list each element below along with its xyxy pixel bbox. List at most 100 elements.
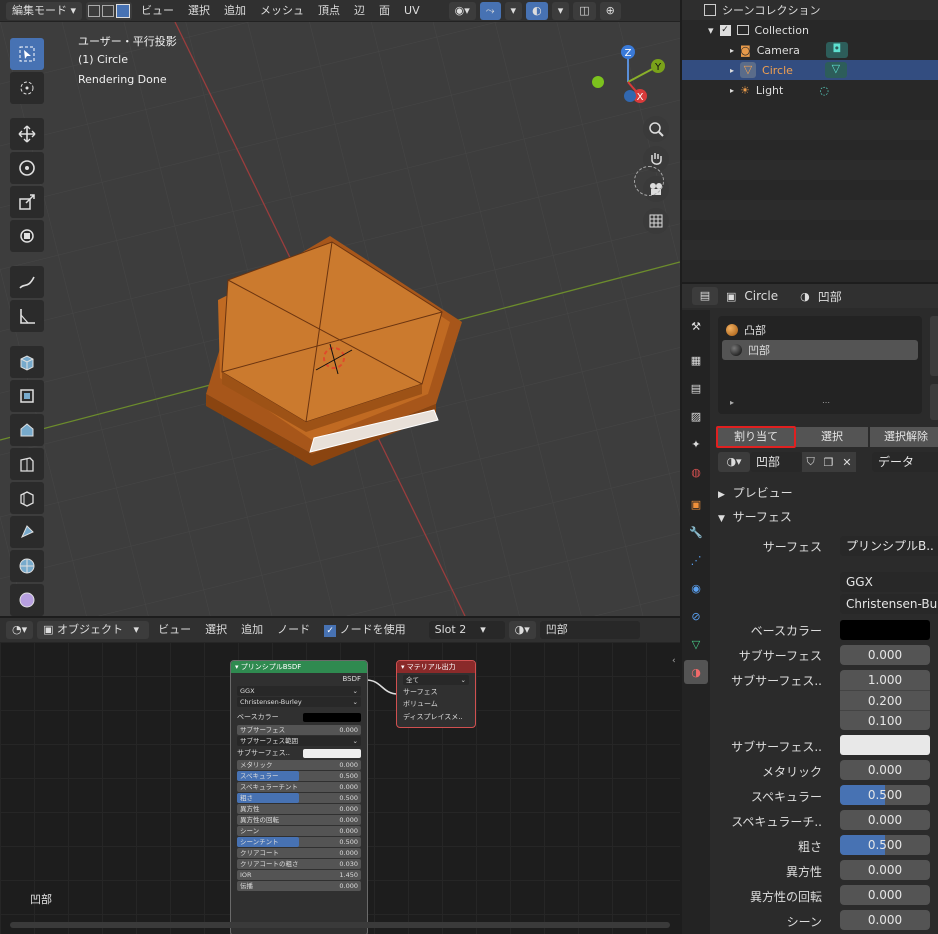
viewport-scene[interactable] <box>0 22 680 616</box>
base-color-swatch[interactable] <box>840 620 930 640</box>
subsurface-color-swatch[interactable] <box>840 735 930 755</box>
principled-bsdf-node[interactable]: ▾ プリンシプルBSDF BSDF GGX ⌄ Christensen-Burle… <box>230 660 368 934</box>
view-layer-tab-icon[interactable]: ▨ <box>684 404 708 428</box>
outliner-collection-row[interactable]: ▾ ✓ Collection <box>682 20 938 40</box>
output-tab-icon[interactable]: ▤ <box>684 376 708 400</box>
material-browse-icon[interactable]: ◑▾ <box>718 452 750 472</box>
slot-item-convex[interactable]: 凸部 <box>718 320 922 340</box>
light-data-icon[interactable]: ◌ <box>819 84 829 97</box>
select-box-tool-icon[interactable] <box>10 38 44 70</box>
menu-vertex[interactable]: 頂点 <box>313 2 345 20</box>
menu-view[interactable]: ビュー <box>136 2 179 20</box>
checkbox-icon[interactable]: ✓ <box>719 24 731 36</box>
editor-type-icon[interactable]: ◔▾ <box>6 621 34 639</box>
measure-tool-icon[interactable] <box>10 300 44 332</box>
add-cube-tool-icon[interactable] <box>10 346 44 378</box>
slot-dropdown[interactable]: Slot 2 ▾ <box>428 621 505 639</box>
deselect-button[interactable]: 選択解除 <box>870 427 938 447</box>
gizmo-dropdown-icon[interactable]: ▾ <box>504 1 523 20</box>
list-expand-icon[interactable]: ▸ <box>730 398 734 407</box>
menu-face[interactable]: 面 <box>374 2 395 20</box>
horizontal-scrollbar[interactable] <box>10 922 670 928</box>
object-tab-icon[interactable]: ▣ <box>684 492 708 516</box>
subsurface-radius-y-field[interactable]: 0.200 <box>840 690 930 710</box>
bsdf-field-clearcoat-roughness[interactable]: クリアコートの粗さ 0.030 <box>237 859 361 870</box>
ortho-toggle-icon[interactable] <box>643 208 669 234</box>
subsurface-color-swatch[interactable] <box>303 748 361 758</box>
modifier-tab-icon[interactable]: 🔧 <box>684 520 708 544</box>
output-node-header[interactable]: ▾ マテリアル出力 <box>397 661 475 673</box>
specular-tint-field[interactable]: 0.000 <box>840 810 930 830</box>
material-tab-icon[interactable]: ◑ <box>684 660 708 684</box>
loop-cut-tool-icon[interactable] <box>10 482 44 514</box>
node-menu-add[interactable]: 追加 <box>236 621 268 639</box>
select-mode-buttons[interactable] <box>86 1 133 20</box>
expand-arrow-icon[interactable]: ▸ <box>730 46 734 55</box>
subsurface-radius-z-field[interactable]: 0.100 <box>840 710 930 730</box>
output-input-displacement[interactable]: ディスプレイスメ.. <box>397 711 475 723</box>
world-tab-icon[interactable]: ◍ <box>684 460 708 484</box>
bsdf-sss-method-dropdown[interactable]: Christensen-Burley ⌄ <box>237 697 361 708</box>
bsdf-field-specular-tint[interactable]: スペキュラーチント 0.000 <box>237 782 361 793</box>
fake-user-shield-icon[interactable]: ⛉ <box>806 455 814 469</box>
select-button[interactable]: 選択 <box>796 427 868 447</box>
bsdf-field-anisotropic[interactable]: 異方性 0.000 <box>237 804 361 815</box>
visibility-icon[interactable]: ◉▾ <box>448 1 476 20</box>
expand-arrow-icon[interactable]: ▾ <box>708 24 714 37</box>
overlay-dropdown-icon[interactable]: ▾ <box>551 1 570 20</box>
annotate-tool-icon[interactable] <box>10 266 44 298</box>
menu-mesh[interactable]: メッシュ <box>255 2 309 20</box>
render-tab-icon[interactable]: ▦ <box>684 348 708 372</box>
bevel-tool-icon[interactable] <box>10 448 44 480</box>
sheen-field[interactable]: 0.000 <box>840 910 930 930</box>
distribution-dropdown[interactable]: GGX <box>840 572 938 592</box>
editor-type-icon[interactable]: ▤ <box>692 287 718 305</box>
bsdf-field-sheen[interactable]: シーン 0.000 <box>237 826 361 837</box>
navigation-gizmo[interactable]: Z Y X <box>586 38 672 128</box>
bsdf-field-sheen-tint[interactable]: シーンチント 0.500 <box>237 837 361 848</box>
mesh-data-icon[interactable]: ▽ <box>824 62 847 78</box>
bsdf-field-anisotropic-rotation[interactable]: 異方性の回転 0.000 <box>237 815 361 826</box>
subsurface-radius-x-field[interactable]: 1.000 <box>840 670 930 690</box>
vertex-select-icon[interactable] <box>88 4 101 17</box>
specular-slider[interactable]: 0.500 <box>840 785 930 805</box>
surface-panel-header[interactable]: ▼ サーフェス <box>718 508 792 525</box>
bsdf-field-subsurface[interactable]: サブサーフェス 0.000 <box>237 724 361 735</box>
bsdf-field-transmission[interactable]: 伝播 0.000 <box>237 881 361 892</box>
node-menu-select[interactable]: 選択 <box>200 621 232 639</box>
output-input-volume[interactable]: ボリューム <box>397 698 475 710</box>
roughness-slider[interactable]: 0.500 <box>840 835 930 855</box>
bsdf-field-metallic[interactable]: メタリック 0.000 <box>237 760 361 771</box>
scene-tab-icon[interactable]: ✦ <box>684 432 708 456</box>
particles-tab-icon[interactable]: ⋰ <box>684 548 708 572</box>
material-browse-icon[interactable]: ◑▾ <box>508 621 536 639</box>
face-select-icon[interactable] <box>116 3 131 18</box>
output-target-dropdown[interactable]: 全て ⌄ <box>403 675 469 685</box>
3d-viewport[interactable]: ユーザー・平行投影 (1) Circle Rendering Done Z Y … <box>0 22 680 616</box>
menu-edge[interactable]: 辺 <box>349 2 370 20</box>
bsdf-node-header[interactable]: ▾ プリンシプルBSDF <box>231 661 367 673</box>
bsdf-distribution-dropdown[interactable]: GGX ⌄ <box>237 686 361 697</box>
physics-tab-icon[interactable]: ◉ <box>684 576 708 600</box>
menu-select[interactable]: 選択 <box>183 2 215 20</box>
node-menu-node[interactable]: ノード <box>272 621 315 639</box>
node-editor-canvas[interactable]: ‹ ▾ プリンシプルBSDF BSDF GGX ⌄ Christensen-Bur… <box>0 642 680 934</box>
expand-arrow-icon[interactable]: ▸ <box>730 66 734 75</box>
zoom-icon[interactable] <box>643 116 669 142</box>
scale-tool-icon[interactable] <box>10 186 44 218</box>
node-menu-view[interactable]: ビュー <box>153 621 196 639</box>
slot-add-remove-buttons[interactable] <box>930 316 938 376</box>
link-mode-dropdown[interactable]: データ <box>872 452 938 472</box>
unlink-material-icon[interactable]: ✕ <box>842 456 851 469</box>
inset-tool-icon[interactable] <box>10 414 44 446</box>
move-tool-icon[interactable] <box>10 118 44 150</box>
socket-link-icons[interactable] <box>934 536 938 916</box>
mode-dropdown[interactable]: 編集モード ▾ <box>6 1 83 20</box>
bsdf-field-subsurface-radius[interactable]: サブサーフェス範囲 ⌄ <box>237 735 361 746</box>
bsdf-field-specular[interactable]: スペキュラー 0.500 <box>237 771 361 782</box>
scene-collection-row[interactable]: シーンコレクション <box>682 0 938 20</box>
slot-move-buttons[interactable] <box>930 384 938 420</box>
use-nodes-toggle[interactable]: ✓ ノードを使用 <box>319 621 411 639</box>
tool-settings-tab-icon[interactable]: ⚒ <box>684 314 708 338</box>
anisotropic-rotation-field[interactable]: 0.000 <box>840 885 930 905</box>
